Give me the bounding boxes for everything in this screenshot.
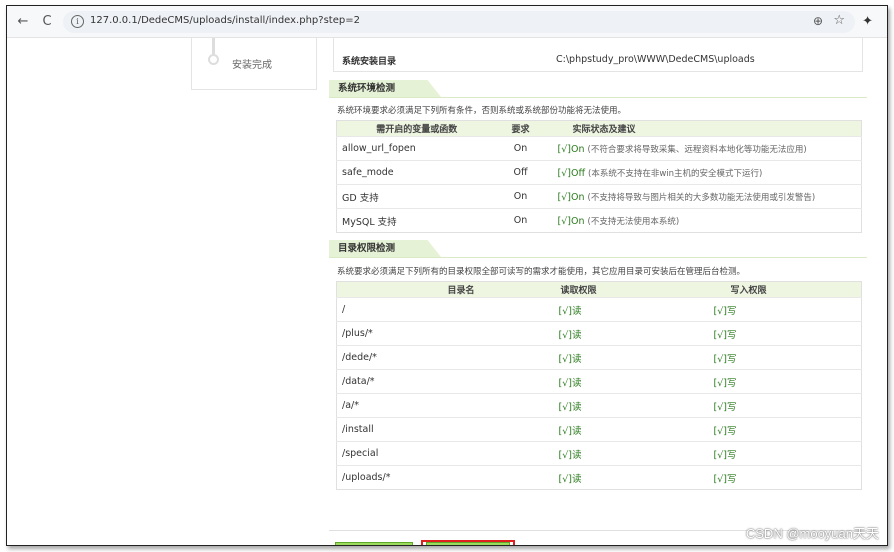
table-row: /install [√]读 [√]写 (336, 417, 862, 442)
step-label-finish: 安装完成 (232, 60, 272, 71)
step-connector (212, 38, 215, 54)
dir-name: /data/* (336, 369, 559, 394)
table-row: /a/* [√]读 [√]写 (336, 393, 862, 418)
table-row: /uploads/* [√]读 [√]写 (336, 465, 862, 490)
table-row: /dede/* [√]读 [√]写 (336, 345, 862, 370)
env-status: [√]On (557, 215, 585, 227)
env-status: [√]On (557, 191, 585, 203)
zoom-icon[interactable]: ⊕ (813, 14, 823, 28)
dir-name: /a/* (336, 393, 559, 418)
table-row: allow_url_fopen On [√]On (不符合要求将导致采集、远程资… (336, 136, 862, 161)
dir-write: [√]写 (713, 441, 862, 466)
dir-table-header: 目录名 读取权限 写入权限 (336, 281, 862, 298)
extension-icon[interactable]: ✦ (862, 14, 873, 29)
install-dir-row: 系统安装目录 C:\phpstudy_pro\WWW\DedeCMS\uploa… (333, 38, 863, 72)
env-col-name: 需开启的变量或函数 (336, 120, 497, 137)
dir-section-header: 目录权限检测 (329, 240, 867, 258)
env-status: [√]Off (557, 167, 586, 179)
table-row: GD 支持 On [√]On (不支持将导致与图片相关的大多数功能无法使用或引发… (336, 184, 862, 209)
env-section-title: 系统环境检测 (329, 80, 441, 97)
dir-read: [√]读 (558, 345, 714, 370)
back-arrow-icon[interactable]: ← (15, 14, 31, 30)
browser-window: ← C i 127.0.0.1/DedeCMS/uploads/install/… (6, 5, 888, 546)
env-name: MySQL 支持 (336, 208, 497, 233)
env-req: On (496, 136, 545, 161)
dir-write: [√]写 (713, 369, 862, 394)
dir-table: 目录名 读取权限 写入权限 / [√]读 [√]写 /plus/* [√]读 [√]写 … (336, 281, 862, 490)
dir-section-desc: 系统要求必须满足下列所有的目录权限全部可读写的需求才能使用，其它应用目录可安装后… (337, 267, 746, 277)
dir-read: [√]读 (558, 321, 714, 346)
env-status: [√]On (557, 143, 585, 155)
dir-write: [√]写 (713, 465, 862, 490)
table-row: /plus/* [√]读 [√]写 (336, 321, 862, 346)
env-note: (不支持无法使用本系统) (587, 216, 680, 227)
dir-name: /special (336, 441, 559, 466)
dir-write: [√]写 (713, 417, 862, 442)
url-text[interactable]: 127.0.0.1/DedeCMS/uploads/install/index.… (90, 15, 360, 26)
dir-name: /plus/* (336, 321, 559, 346)
dir-name: / (336, 297, 559, 322)
install-dir-value: C:\phpstudy_pro\WWW\DedeCMS\uploads (556, 54, 755, 65)
back-button[interactable]: 后退 (335, 542, 413, 545)
env-req: On (496, 208, 545, 233)
bookmark-star-icon[interactable]: ☆ (833, 13, 845, 28)
dir-write: [√]写 (713, 393, 862, 418)
env-note: (不符合要求将导致采集、远程资料本地化等功能无法应用) (587, 144, 807, 155)
install-dir-label: 系统安装目录 (342, 57, 397, 67)
reload-icon[interactable]: C (39, 14, 55, 30)
env-note: (本系统不支持在非win主机的安全模式下运行) (588, 168, 763, 179)
address-bar[interactable]: i 127.0.0.1/DedeCMS/uploads/install/inde… (63, 11, 855, 33)
dir-col-read: 读取权限 (558, 281, 714, 298)
dir-read: [√]读 (558, 465, 714, 490)
table-row: /data/* [√]读 [√]写 (336, 369, 862, 394)
table-row: /special [√]读 [√]写 (336, 441, 862, 466)
table-row: / [√]读 [√]写 (336, 297, 862, 322)
watermark: CSDN @mooyuan天天 (745, 526, 879, 541)
dir-read: [√]读 (558, 297, 714, 322)
dir-read: [√]读 (558, 417, 714, 442)
dir-read: [√]读 (558, 369, 714, 394)
env-req: Off (496, 160, 545, 185)
env-section-desc: 系统环境要求必须满足下列所有条件，否则系统或系统部份功能将无法使用。 (337, 106, 627, 116)
browser-toolbar: ← C i 127.0.0.1/DedeCMS/uploads/install/… (7, 6, 887, 38)
dir-col-name: 目录名 (336, 281, 559, 298)
step-dot-icon (208, 54, 219, 65)
env-note: (不支持将导致与图片相关的大多数功能无法使用或引发警告) (587, 192, 816, 203)
env-section-header: 系统环境检测 (329, 80, 867, 98)
install-steps-sidebar: 安装完成 (191, 38, 317, 90)
dir-write: [√]写 (713, 345, 862, 370)
site-info-icon[interactable]: i (71, 15, 84, 28)
dir-read: [√]读 (558, 441, 714, 466)
table-row: MySQL 支持 On [√]On (不支持无法使用本系统) (336, 208, 862, 233)
dir-name: /uploads/* (336, 465, 559, 490)
dir-name: /dede/* (336, 345, 559, 370)
table-row: safe_mode Off [√]Off (本系统不支持在非win主机的安全模式… (336, 160, 862, 185)
env-req: On (496, 184, 545, 209)
env-col-req: 要求 (496, 120, 545, 137)
dir-write: [√]写 (713, 321, 862, 346)
dir-write: [√]写 (713, 297, 862, 322)
env-table: 需开启的变量或函数 要求 实际状态及建议 allow_url_fopen On … (336, 120, 862, 233)
env-col-status: 实际状态及建议 (544, 120, 862, 137)
env-name: allow_url_fopen (336, 136, 497, 161)
dir-col-write: 写入权限 (713, 281, 862, 298)
dir-section-title: 目录权限检测 (329, 240, 441, 257)
dir-name: /install (336, 417, 559, 442)
env-name: GD 支持 (336, 184, 497, 209)
env-table-header: 需开启的变量或函数 要求 实际状态及建议 (336, 120, 862, 137)
highlight-box (421, 540, 515, 545)
env-name: safe_mode (336, 160, 497, 185)
dir-read: [√]读 (558, 393, 714, 418)
